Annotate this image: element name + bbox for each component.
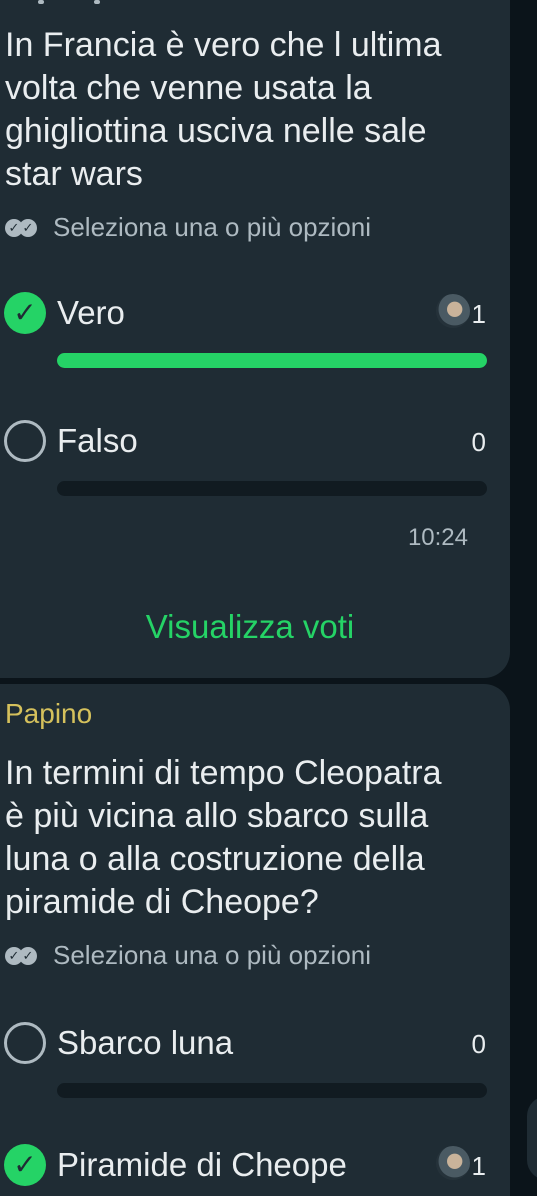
multi-select-icon: ✓ ✓ <box>5 218 43 238</box>
sender-name[interactable]: Papino <box>5 698 92 730</box>
poll-progress-track <box>57 353 487 368</box>
poll-progress-track <box>57 481 487 496</box>
poll-option-label: Sbarco luna <box>57 1024 234 1061</box>
bubble-top-marker <box>38 0 44 4</box>
poll-option-count: 0 <box>471 427 486 457</box>
poll-hint: ✓ ✓ Seleziona una o più opzioni <box>5 212 371 243</box>
unchecked-circle-icon[interactable] <box>4 1022 46 1064</box>
poll-option-count: 0 <box>471 1029 486 1059</box>
checked-circle-icon[interactable]: ✓ <box>4 292 46 334</box>
poll-hint: ✓ ✓ Seleziona una o più opzioni <box>5 940 371 971</box>
poll-hint-text: Seleziona una o più opzioni <box>53 940 372 970</box>
poll-message-bubble: Papino In termini di tempo Cleopatra è p… <box>0 684 510 1196</box>
bubble-top-marker <box>94 0 100 4</box>
poll-question: In termini di tempo Cleopatra è più vici… <box>5 754 442 921</box>
chat-screen: In Francia è vero che l ultima volta che… <box>0 0 537 1196</box>
scroll-down-button[interactable] <box>527 1096 537 1180</box>
voter-avatar <box>436 294 470 328</box>
poll-progress-track <box>57 1083 487 1098</box>
poll-hint-text: Seleziona una o più opzioni <box>53 212 372 242</box>
unchecked-circle-icon[interactable] <box>4 420 46 462</box>
poll-option-count: 1 <box>471 299 486 329</box>
poll-option-label: Piramide di Cheope <box>57 1146 347 1183</box>
poll-option-sbarco-luna[interactable]: Sbarco luna 0 <box>0 1018 510 1108</box>
message-time: 10:24 <box>407 524 468 551</box>
poll-option-falso[interactable]: Falso 0 <box>0 416 510 506</box>
poll-progress-fill <box>57 353 487 368</box>
poll-question: In Francia è vero che l ultima volta che… <box>5 26 442 193</box>
poll-option-vero[interactable]: ✓ Vero 1 <box>0 288 510 378</box>
multi-select-icon: ✓ ✓ <box>5 946 43 966</box>
poll-option-count: 1 <box>471 1151 486 1181</box>
poll-option-label: Falso <box>57 422 138 459</box>
poll-message-bubble: In Francia è vero che l ultima volta che… <box>0 0 510 678</box>
poll-option-label: Vero <box>57 294 125 331</box>
poll-option-piramide[interactable]: ✓ Piramide di Cheope 1 <box>0 1140 510 1196</box>
voter-avatar <box>436 1146 470 1180</box>
view-votes-button[interactable]: Visualizza voti <box>0 608 500 646</box>
checked-circle-icon[interactable]: ✓ <box>4 1144 46 1186</box>
